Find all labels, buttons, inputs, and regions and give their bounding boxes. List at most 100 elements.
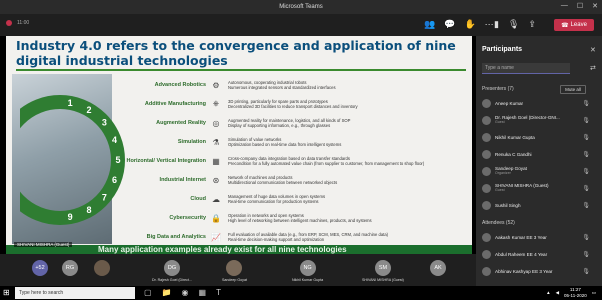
presentation-slide: Industry 4.0 refers to the convergence a…: [6, 36, 472, 254]
windows-start-icon[interactable]: ⊞: [3, 289, 10, 297]
participant-name: Dr. Rajesh Goel (Director-GNI...: [495, 115, 560, 120]
participant-tile[interactable]: AK: [430, 260, 446, 278]
technology-description: Simulation of value networks Optimizatio…: [228, 137, 342, 147]
technology-row: Advanced Robotics ⚙ Autonomous, cooperatin…: [116, 78, 466, 92]
participant-row[interactable]: Sushil Singh 🎙: [482, 198, 598, 212]
camera-icon[interactable]: ▮: [494, 19, 499, 30]
participant-name: SHIVANI MISHRA (Guest): [362, 278, 404, 282]
participant-row[interactable]: SHIVANI MISHRA (Guest) Guest 🎙: [482, 181, 598, 195]
presenters-heading[interactable]: Presenters (7): [482, 86, 514, 92]
technology-description: Augmented reality for maintenance, logis…: [228, 118, 351, 128]
technology-icon: 🔒: [211, 213, 221, 223]
technology-description: Management of huge data volumes in open …: [228, 194, 326, 204]
share-icon[interactable]: ⇪: [528, 19, 536, 30]
teams-window: Microsoft Teams — ☐ ✕ 11:00 👥 💬 ✋ ⋯ ▮ 🎙 …: [0, 0, 602, 300]
leave-button[interactable]: ☎ Leave: [554, 19, 594, 31]
shared-screen-stage: Industry 4.0 refers to the convergence a…: [0, 36, 476, 254]
attendees-heading[interactable]: Attendees (52): [482, 220, 515, 226]
chat-icon[interactable]: 💬: [444, 19, 455, 30]
avatar: [482, 115, 491, 125]
task-view-icon[interactable]: ▢: [144, 288, 152, 297]
participant-row[interactable]: Nikhil Kumar Gupta 🎙: [482, 130, 598, 144]
technology-description: Network of machines and products Multidi…: [228, 175, 338, 185]
participant-name-block: Aakash Kumar EE 3 Year: [495, 235, 581, 240]
clock[interactable]: 11:27 05-11-2020: [564, 287, 587, 298]
taskbar-search-input[interactable]: Type here to search: [15, 287, 135, 299]
participant-row[interactable]: Renuka C Gandhi 🎙: [482, 147, 598, 161]
technology-description: Cross-company data integration based on …: [228, 156, 425, 166]
network-icon[interactable]: ▲: [546, 290, 550, 295]
technology-row: Cybersecurity 🔒 Operation in networks and …: [116, 211, 466, 225]
media-icon-group: ▮ 🎙 ⇪: [494, 19, 536, 30]
participant-tile[interactable]: DG Dr. Rajesh Goel (Direct...: [152, 260, 192, 282]
avatar: [482, 249, 491, 259]
participant-name-block: Nikhil Kumar Gupta: [495, 135, 581, 140]
participant-row[interactable]: Dr. Rajesh Goel (Director-GNI... Guest 🎙: [482, 113, 598, 127]
avatar: [482, 266, 491, 276]
volume-icon[interactable]: ◀: [556, 290, 559, 296]
overflow-tile[interactable]: +52: [32, 260, 48, 276]
participant-search-input[interactable]: Type a name: [482, 63, 570, 74]
technology-description: Autonomous, cooperating industrial robot…: [228, 80, 336, 90]
notifications-icon[interactable]: ▭: [592, 290, 596, 296]
panel-title: Participants: [482, 46, 523, 53]
technology-label: Cybersecurity: [169, 215, 206, 221]
technology-row: Simulation ⚗ Simulation of value networks …: [116, 135, 466, 149]
participant-tile[interactable]: SM SHIVANI MISHRA (Guest): [362, 260, 404, 282]
store-icon[interactable]: ▦: [199, 288, 207, 297]
minimize-icon[interactable]: —: [561, 2, 568, 10]
mic-icon[interactable]: 🎙: [508, 19, 519, 30]
participants-icon[interactable]: 👥: [424, 19, 435, 30]
browser-icon[interactable]: ◉: [182, 288, 189, 297]
mic-off-icon: 🎙: [582, 168, 590, 175]
technology-label: Simulation: [177, 139, 206, 145]
mic-off-icon: 🎙: [582, 251, 590, 258]
technology-label: Advanced Robotics: [154, 82, 206, 88]
participant-role: Organizer: [495, 171, 511, 175]
participant-row[interactable]: Sandeep Goyat Organizer 🎙: [482, 164, 598, 178]
technology-icon: ⚗: [212, 137, 220, 147]
participant-row[interactable]: Aakash Kumar EE 3 Year 🎙: [482, 230, 598, 244]
participant-row[interactable]: Abhinav Kashyap EE 3 Year 🎙: [482, 264, 598, 278]
mic-off-icon: 🎙: [582, 151, 590, 158]
avatar: SM: [374, 260, 391, 276]
participant-name-block: Abdul Raheem EE 4 Year: [495, 252, 581, 257]
mute-all-button[interactable]: Mute all: [560, 85, 586, 94]
technology-icon: ▦: [212, 156, 220, 166]
participant-tile[interactable]: [94, 260, 110, 278]
wheel-number: 7: [102, 192, 107, 202]
raise-hand-icon[interactable]: ✋: [464, 19, 475, 30]
system-tray: ▲ ◀ 11:27 05-11-2020 ▭: [546, 287, 596, 298]
wheel-number: 8: [86, 205, 91, 215]
more-icon[interactable]: ⋯: [485, 19, 494, 30]
file-explorer-icon[interactable]: 📁: [162, 288, 172, 297]
participant-tile[interactable]: NG Nikhil Kumar Gupta: [292, 260, 323, 282]
technology-row: Additive Manufacturing ⎈ 3D printing, part…: [116, 97, 466, 111]
participant-tile[interactable]: RG: [62, 260, 78, 278]
technology-icon: ⚙: [212, 80, 220, 90]
participant-name-block: SHIVANI MISHRA (Guest) Guest: [495, 183, 581, 193]
mic-off-icon: 🎙: [582, 268, 590, 275]
wheel-number: 1: [68, 98, 73, 108]
participant-name-block: Sandeep Goyat Organizer: [495, 166, 581, 176]
window-title: Microsoft Teams: [279, 4, 323, 10]
share-invite-icon[interactable]: ⇄: [590, 64, 596, 72]
clock-date: 05-11-2020: [564, 292, 587, 298]
avatar: [482, 149, 491, 159]
avatar: RG: [62, 260, 78, 276]
participant-name-block: Abhinav Kashyap EE 3 Year: [495, 269, 581, 274]
overflow-count: +52: [32, 260, 48, 276]
participant-row[interactable]: Aneep Kumar 🎙: [482, 96, 598, 110]
maximize-icon[interactable]: ☐: [577, 2, 583, 10]
close-panel-icon[interactable]: ✕: [590, 46, 596, 54]
participant-tile[interactable]: Sandeep Goyat: [222, 260, 247, 282]
participant-row[interactable]: Abdul Raheem EE 4 Year 🎙: [482, 247, 598, 261]
avatar: [226, 260, 243, 276]
slide-footer: Many application examples already exist …: [6, 245, 472, 254]
avatar: AK: [430, 260, 446, 276]
windows-taskbar: ⊞ Type here to search ▢ 📁 ◉ ▦ T ▲ ◀ 11:2…: [0, 286, 602, 300]
participant-name: Dr. Rajesh Goel (Direct...: [152, 278, 192, 282]
slide-footer-text: Many application examples already exist …: [98, 245, 347, 254]
teams-icon[interactable]: T: [216, 288, 221, 297]
close-icon[interactable]: ✕: [592, 2, 598, 10]
